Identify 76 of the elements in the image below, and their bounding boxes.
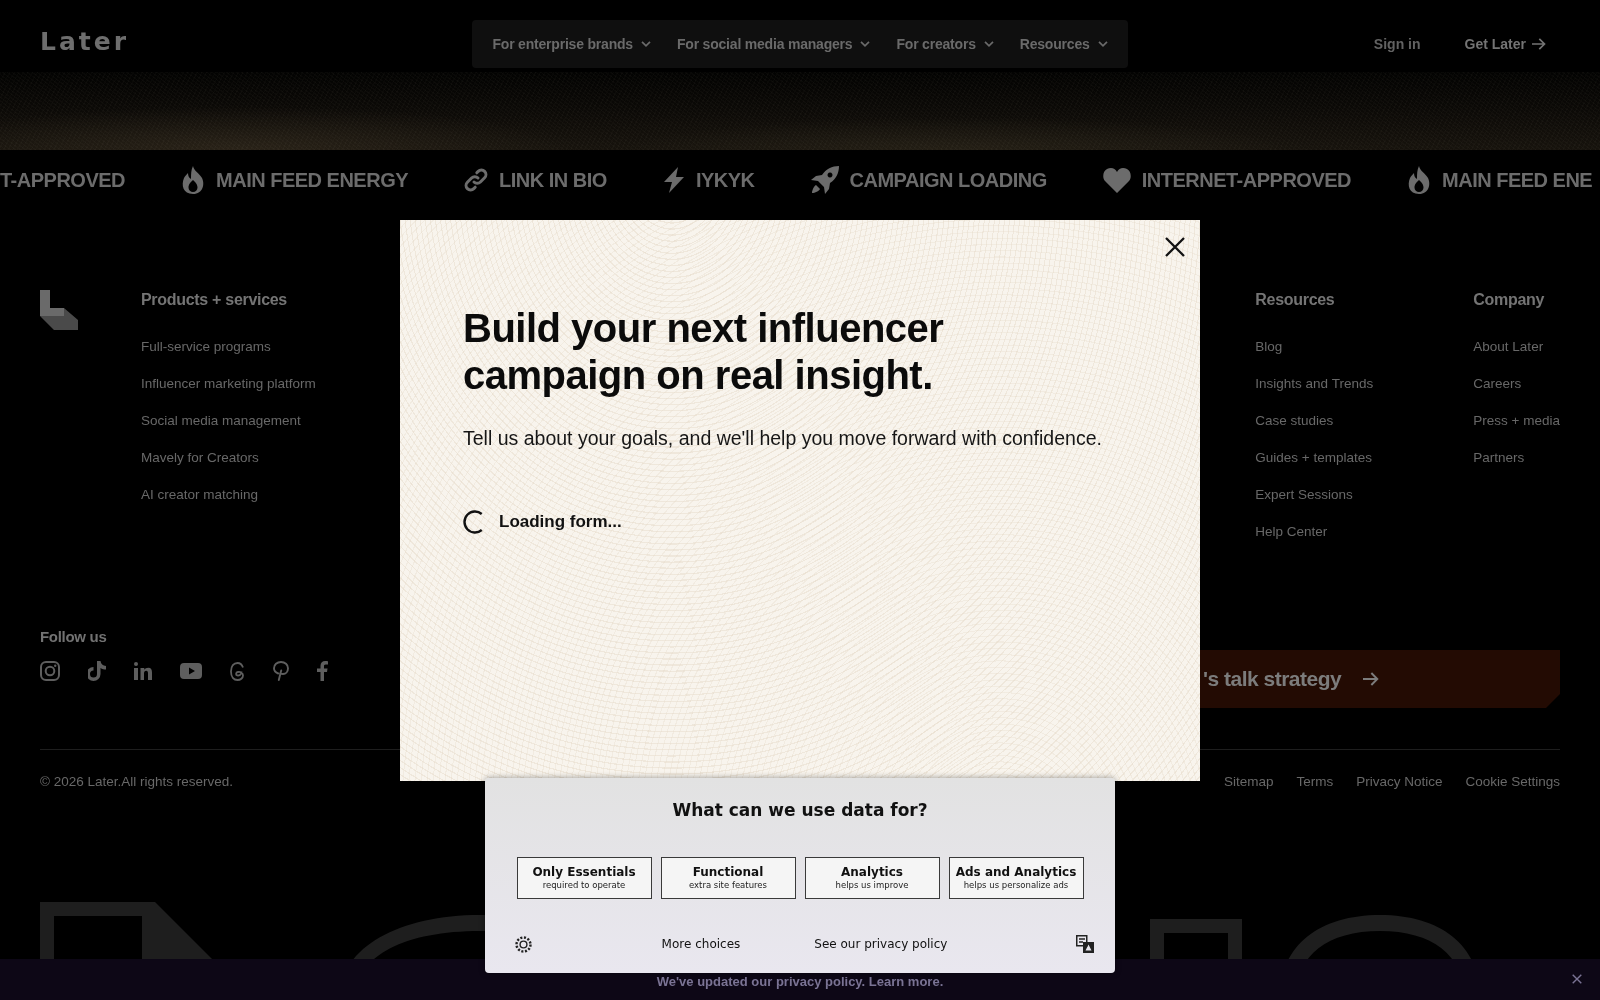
- privacy-policy-link[interactable]: See our privacy policy: [814, 935, 948, 953]
- ticker-text: MAIN FEED ENERGY: [216, 168, 409, 192]
- caret-icon: [1097, 41, 1108, 47]
- close-button[interactable]: [1163, 235, 1187, 259]
- link-icon: [464, 168, 489, 192]
- footer-link[interactable]: Influencer marketing platform: [141, 374, 316, 394]
- cookie-banner-title: What can we use data for?: [672, 799, 928, 821]
- nav-menu-item[interactable]: For creators: [896, 36, 994, 52]
- copyright-text: © 2026 Later.All rights reserved.: [40, 774, 234, 790]
- column-heading: Products + services: [141, 290, 288, 310]
- instagram-icon[interactable]: [40, 661, 60, 681]
- ticker-text: LINK IN BIO: [499, 168, 607, 192]
- footer-link[interactable]: AI creator matching: [141, 485, 259, 505]
- heart-icon: [1102, 167, 1131, 193]
- footer-link[interactable]: Partners: [1473, 448, 1525, 468]
- arrow-right-icon: [1363, 672, 1380, 686]
- notice-text: We've updated our privacy policy. Learn more.: [656, 974, 944, 989]
- consent-option-button[interactable]: Ads and Analytics helps us personalize ads: [948, 857, 1084, 899]
- cta-button[interactable]: 's talk strategy: [1200, 650, 1560, 708]
- caret-icon: [640, 41, 651, 47]
- footer-link[interactable]: Mavely for Creators: [141, 448, 259, 468]
- ticker-text: INTERNET-APPROVED: [1141, 168, 1352, 192]
- translate-icon[interactable]: [1076, 935, 1094, 953]
- ticker-text: MAIN FEED ENE: [1442, 168, 1593, 192]
- footer-link[interactable]: Social media management: [141, 411, 301, 431]
- column-heading: Resources: [1255, 290, 1336, 310]
- footer-link[interactable]: About Later: [1473, 337, 1544, 357]
- rocket-icon: [810, 166, 839, 194]
- caret-icon: [860, 41, 871, 47]
- consent-option-button[interactable]: Analytics helps us improve: [804, 857, 940, 899]
- footer-link[interactable]: Guides + templates: [1255, 448, 1373, 468]
- nav-menu-item[interactable]: Resources: [1019, 36, 1108, 52]
- footer-link[interactable]: Insights and Trends: [1255, 374, 1374, 394]
- youtube-icon[interactable]: [180, 663, 202, 679]
- get-later-button[interactable]: Get Later: [1450, 28, 1560, 60]
- nav-menu-item[interactable]: For social media managers: [676, 36, 871, 52]
- linkedin-icon[interactable]: [134, 662, 152, 680]
- sign-in-link[interactable]: Sign in: [1373, 36, 1421, 52]
- footer-link[interactable]: Full-service programs: [141, 337, 271, 357]
- ticker-text: IYKYK: [695, 168, 755, 192]
- footer-link[interactable]: Cookie Settings: [1465, 774, 1560, 790]
- modal-title: Build your next influencer campaign on real insight.: [463, 305, 945, 399]
- logo[interactable]: Later: [40, 28, 130, 56]
- consent-option-button[interactable]: Only Essentials required to operate: [516, 857, 652, 899]
- tiktok-icon[interactable]: [88, 661, 106, 681]
- nav-menu-item[interactable]: For enterprise brands: [492, 36, 651, 52]
- caret-icon: [983, 41, 994, 47]
- ticker-text: T-APPROVED: [0, 168, 126, 192]
- footer-link[interactable]: Blog: [1255, 337, 1283, 357]
- footer-link[interactable]: Help Center: [1255, 522, 1328, 542]
- settings-icon: [515, 935, 532, 953]
- loading-text: Loading form...: [499, 511, 622, 533]
- threads-icon[interactable]: [230, 661, 245, 681]
- flame-icon: [181, 166, 206, 194]
- more-choices-link[interactable]: More choices: [661, 935, 741, 953]
- ticker-text: CAMPAIGN LOADING: [849, 168, 1047, 192]
- close-icon[interactable]: [1572, 974, 1582, 984]
- column-heading: Company: [1473, 290, 1546, 310]
- loading-spinner-icon: [463, 510, 483, 534]
- footer-link[interactable]: Careers: [1473, 374, 1522, 394]
- pinterest-icon[interactable]: [273, 661, 289, 681]
- footer-link[interactable]: Privacy Notice: [1356, 774, 1443, 790]
- close-icon: [1165, 237, 1185, 257]
- lightning-bolt-icon: [662, 167, 685, 193]
- footer-link[interactable]: Press + media: [1473, 411, 1560, 431]
- consent-option-button[interactable]: Functional extra site features: [660, 857, 796, 899]
- modal-subtitle: Tell us about your goals, and we'll help you move forward with confidence.: [463, 426, 1102, 450]
- footer-link[interactable]: Terms: [1296, 774, 1334, 790]
- facebook-icon[interactable]: [317, 661, 328, 681]
- footer-link[interactable]: Sitemap: [1223, 774, 1274, 790]
- footer-link[interactable]: Expert Sessions: [1255, 485, 1353, 505]
- folded-corner-logo-icon: [40, 290, 78, 330]
- footer-link[interactable]: Case studies: [1255, 411, 1334, 431]
- follow-heading: Follow us: [40, 627, 108, 647]
- arrow-right-icon: [1532, 38, 1546, 50]
- flame-icon: [1407, 166, 1432, 194]
